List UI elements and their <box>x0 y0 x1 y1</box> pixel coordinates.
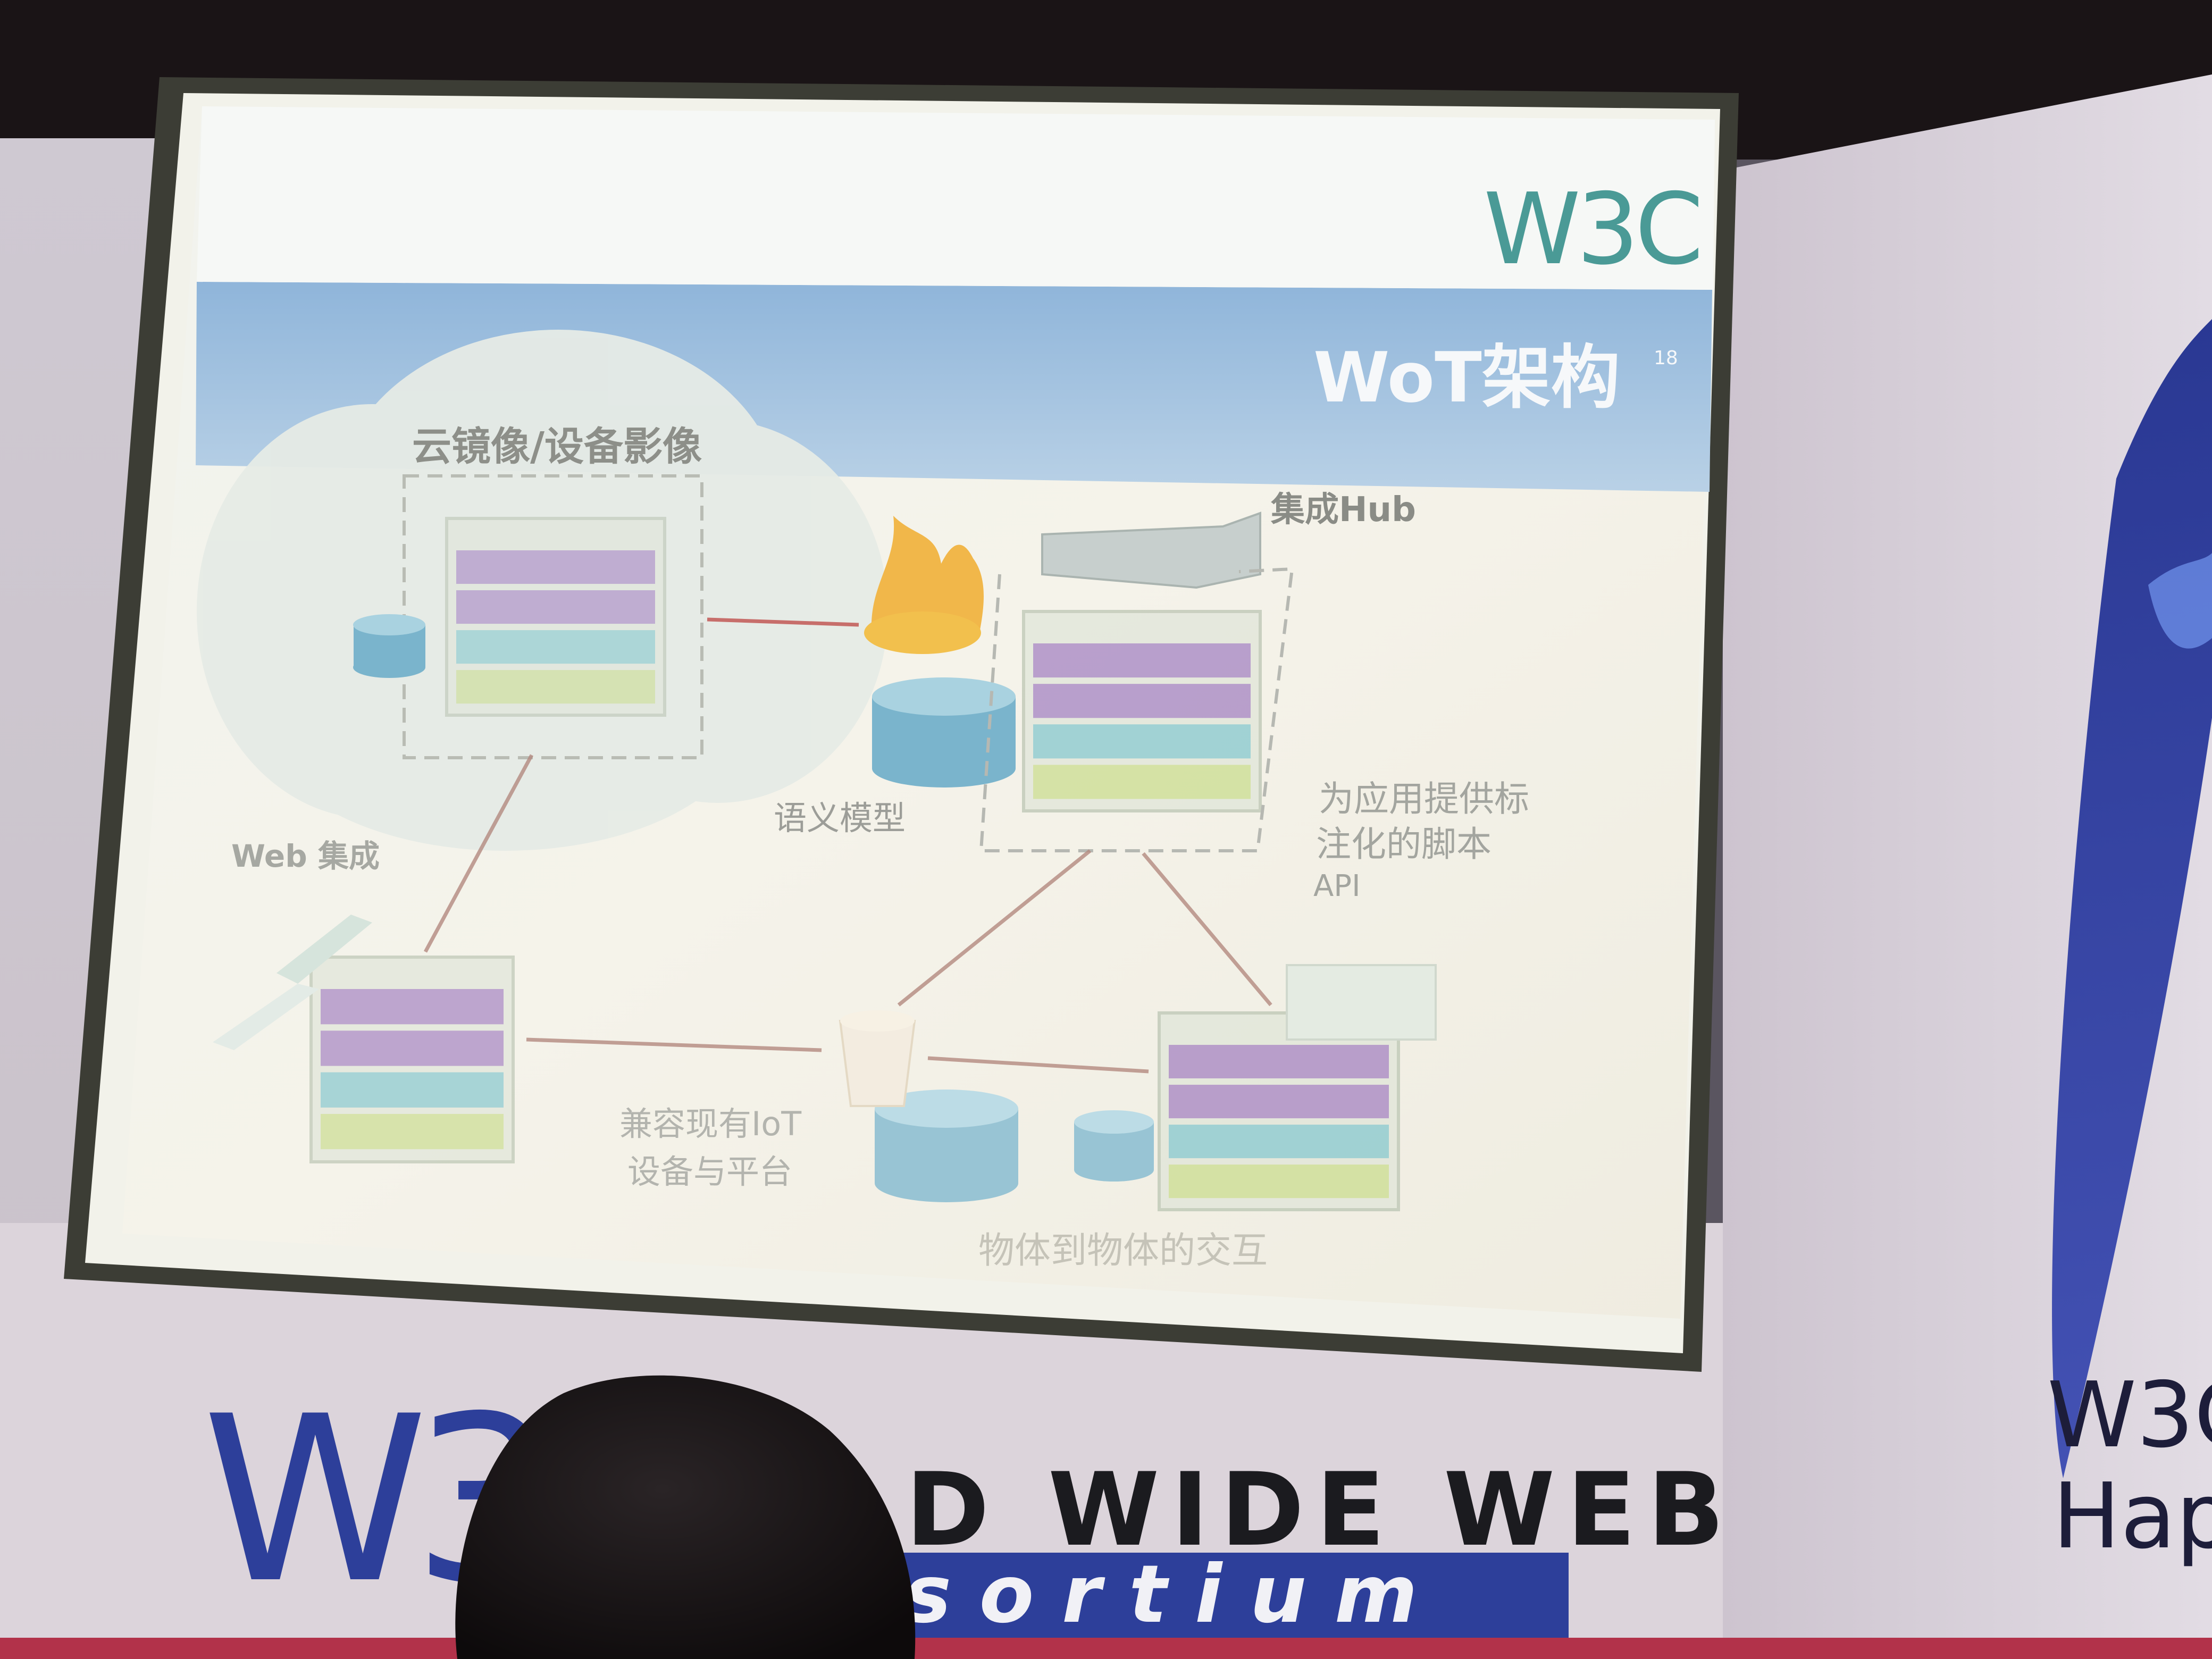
banner-subtext: s o r t i u m <box>904 1548 1418 1641</box>
semantic-model-label: 语义模型 <box>774 799 906 837</box>
wot-stack-4 <box>1158 1011 1400 1211</box>
iot-label-line-1: 兼容现有IoT <box>619 1104 802 1143</box>
slide-title: WoT架构 <box>1313 337 1620 418</box>
device-screen-icon <box>1286 964 1437 1041</box>
slide-page-number: 18 <box>1654 347 1678 369</box>
iot-label-line-2: 设备与平台 <box>627 1152 792 1191</box>
firewall-base <box>864 611 981 654</box>
photo-stage: W3C Happ W3C WoT架构 18 云镜像/设备影像 <box>0 0 2212 1659</box>
stage-edge <box>0 1638 2212 1659</box>
wot-stack-1 <box>445 517 666 717</box>
database-cylinder <box>353 614 425 678</box>
right-panel-text-1: W3C <box>2047 1363 2212 1468</box>
api-label-line-3: API <box>1313 869 1361 903</box>
bottom-right-cylinder <box>1074 1110 1154 1182</box>
slide-logo: W3C <box>1484 172 1699 287</box>
bottom-interaction-label: 物体到物体的交互 <box>978 1230 1268 1272</box>
presentation-photo: W3C Happ W3C WoT架构 18 云镜像/设备影像 <box>0 0 2212 1659</box>
api-label-line-2: 注化的脚本 <box>1316 824 1492 865</box>
hub-label: 集成Hub <box>1270 490 1416 530</box>
cup-device-icon <box>839 1010 916 1107</box>
cloud-label: 云镜像/设备影像 <box>412 424 702 470</box>
api-label-line-1: 为应用提供标 <box>1319 778 1529 819</box>
right-panel-text-2: Happ <box>2052 1464 2212 1569</box>
wot-stack-3 <box>309 956 515 1163</box>
web-integration-label: Web 集成 <box>231 838 380 874</box>
wot-stack-2 <box>1022 610 1262 812</box>
semantic-model-cylinder <box>872 677 1016 787</box>
